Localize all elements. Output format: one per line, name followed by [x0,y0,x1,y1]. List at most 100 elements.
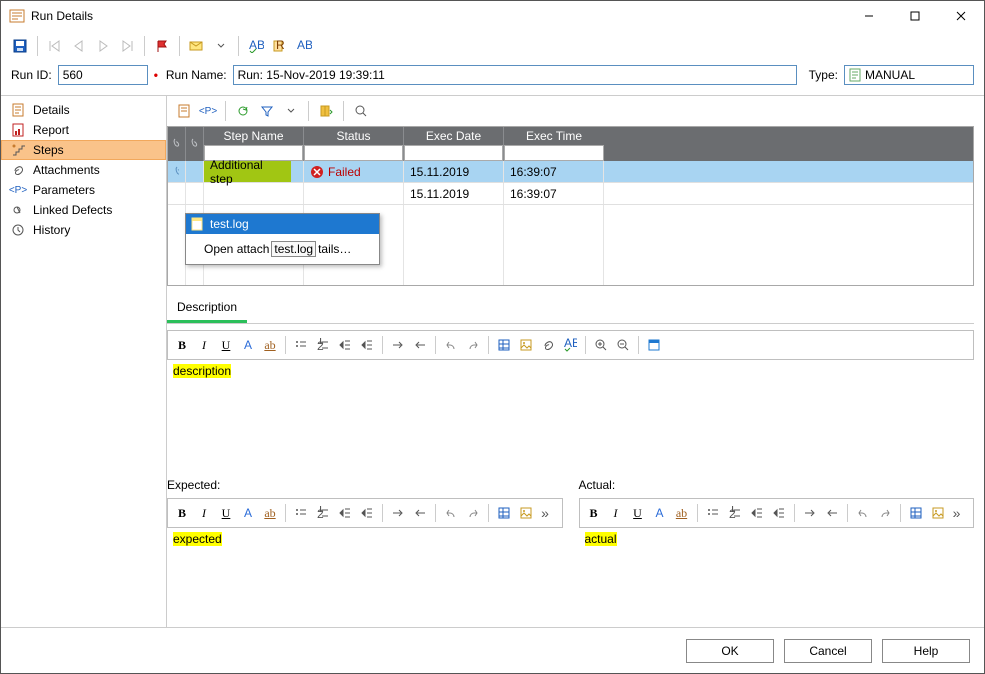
table-row[interactable]: Additional step Failed 15.11.2019 16:39:… [168,161,973,183]
rtl-icon[interactable] [822,503,842,523]
undo-icon[interactable] [853,503,873,523]
close-button[interactable] [938,1,984,31]
outdent-icon[interactable] [335,503,355,523]
italic-icon[interactable]: I [194,335,214,355]
table-row[interactable]: 15.11.2019 16:39:07 [168,183,973,205]
overflow-icon[interactable]: » [538,505,552,521]
bullets-icon[interactable] [291,335,311,355]
spellcheck2-icon[interactable]: AB [560,335,580,355]
outdent-icon[interactable] [747,503,767,523]
table-icon[interactable] [906,503,926,523]
edit-step-icon[interactable] [173,100,195,122]
find-icon[interactable] [350,100,372,122]
sidebar-item-attachments[interactable]: Attachments [1,160,166,180]
popup-header[interactable]: test.log [186,214,379,234]
undo-icon[interactable] [441,503,461,523]
zoomin-icon[interactable] [591,335,611,355]
redo-icon[interactable] [875,503,895,523]
outdent-icon[interactable] [335,335,355,355]
underline-icon[interactable]: U [628,503,648,523]
mail-dropdown-icon[interactable] [210,35,232,57]
fields-icon[interactable] [644,335,664,355]
save-icon[interactable] [9,35,31,57]
numbers-icon[interactable]: 12 [313,335,333,355]
bold-icon[interactable]: B [172,335,192,355]
spell-options-icon[interactable]: AB [293,35,315,57]
highlight-icon[interactable]: ab [672,503,692,523]
ltr-icon[interactable] [800,503,820,523]
indent-icon[interactable] [357,335,377,355]
indent-icon[interactable] [357,503,377,523]
grid-col-status[interactable]: Status [304,127,404,161]
image-icon[interactable] [516,335,536,355]
bullets-icon[interactable] [291,503,311,523]
thesaurus-icon[interactable]: R [269,35,291,57]
filter-time[interactable] [504,145,604,161]
rtl-icon[interactable] [410,335,430,355]
type-field[interactable]: MANUAL [844,65,974,85]
grid-col-step[interactable]: Step Name [204,127,304,161]
actual-body[interactable]: actual [579,528,975,550]
maximize-button[interactable] [892,1,938,31]
runname-field[interactable] [233,65,797,85]
undo-icon[interactable] [441,335,461,355]
last-arrow-icon[interactable] [116,35,138,57]
next-arrow-icon[interactable] [92,35,114,57]
table-icon[interactable] [494,335,514,355]
overflow-icon[interactable]: » [950,505,964,521]
description-body[interactable]: description [167,360,974,470]
redo-icon[interactable] [463,335,483,355]
refresh-icon[interactable] [232,100,254,122]
font-color-icon[interactable]: A [650,503,670,523]
attach-file-icon[interactable] [538,335,558,355]
ltr-icon[interactable] [388,335,408,355]
italic-icon[interactable]: I [606,503,626,523]
indent-icon[interactable] [769,503,789,523]
sidebar-item-parameters[interactable]: <P> Parameters [1,180,166,200]
first-arrow-icon[interactable] [44,35,66,57]
spellcheck-icon[interactable]: AB [245,35,267,57]
help-button[interactable]: Help [882,639,970,663]
numbers-icon[interactable]: 12 [725,503,745,523]
filter-dropdown-icon[interactable] [280,100,302,122]
filter-icon[interactable] [256,100,278,122]
prev-arrow-icon[interactable] [68,35,90,57]
flag-icon[interactable] [151,35,173,57]
table-icon[interactable] [494,503,514,523]
grid-col-clip2[interactable] [186,127,204,161]
sidebar-item-steps[interactable]: Steps [1,140,166,160]
ltr-icon[interactable] [388,503,408,523]
grid-col-time[interactable]: Exec Time [504,127,604,161]
bullets-icon[interactable] [703,503,723,523]
ok-button[interactable]: OK [686,639,774,663]
sidebar-item-linked-defects[interactable]: Linked Defects [1,200,166,220]
underline-icon[interactable]: U [216,503,236,523]
numbers-icon[interactable]: 12 [313,503,333,523]
popup-open-item[interactable]: Open attach test.logtails… [186,234,379,264]
highlight-icon[interactable]: ab [260,503,280,523]
columns-icon[interactable] [315,100,337,122]
cancel-button[interactable]: Cancel [784,639,872,663]
image-icon[interactable] [928,503,948,523]
sidebar-item-report[interactable]: Report [1,120,166,140]
filter-status[interactable] [304,145,403,161]
expected-body[interactable]: expected [167,528,563,550]
font-color-icon[interactable]: A [238,335,258,355]
minimize-button[interactable] [846,1,892,31]
grid-col-date[interactable]: Exec Date [404,127,504,161]
bold-icon[interactable]: B [584,503,604,523]
italic-icon[interactable]: I [194,503,214,523]
zoomout-icon[interactable] [613,335,633,355]
font-color-icon[interactable]: A [238,503,258,523]
runid-field[interactable] [58,65,148,85]
underline-icon[interactable]: U [216,335,236,355]
tab-description[interactable]: Description [167,296,247,323]
grid-col-clip1[interactable] [168,127,186,161]
redo-icon[interactable] [463,503,483,523]
mail-icon[interactable] [186,35,208,57]
sidebar-item-history[interactable]: History [1,220,166,240]
sidebar-item-details[interactable]: Details [1,100,166,120]
highlight-icon[interactable]: ab [260,335,280,355]
image-icon[interactable] [516,503,536,523]
bold-icon[interactable]: B [172,503,192,523]
